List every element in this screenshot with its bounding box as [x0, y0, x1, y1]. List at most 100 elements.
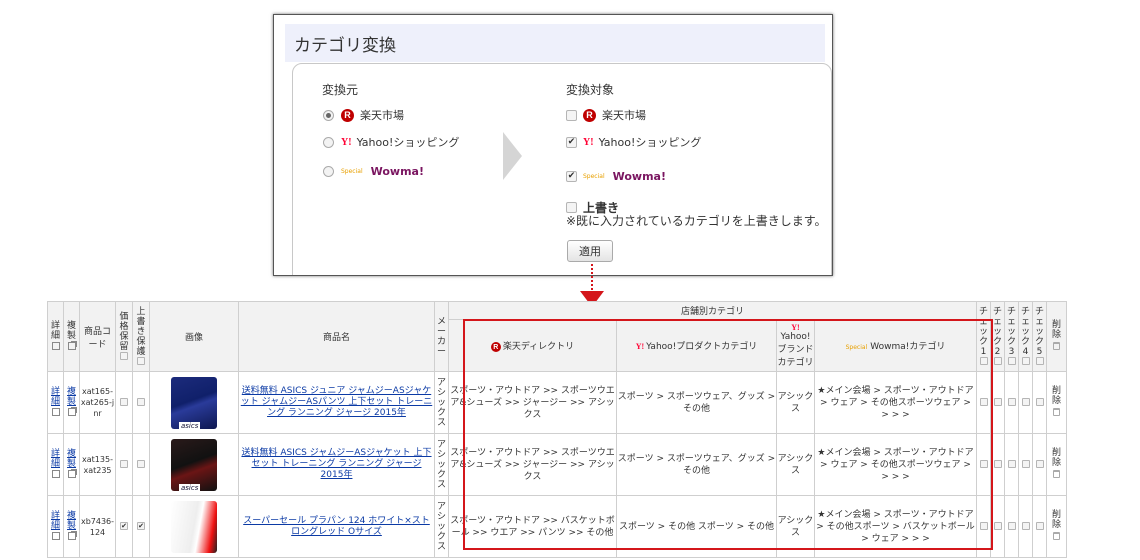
delete-label[interactable]: 削除 — [1052, 510, 1061, 530]
yahoo-brand-category[interactable]: アシックス — [776, 433, 815, 496]
dialog-title: カテゴリ変換 — [294, 36, 396, 56]
header-yahoo: Y! Yahoo!プロダクトカテゴリ — [616, 319, 777, 372]
header-yahoo-brand: Y! Yahoo!ブランドカテゴリ — [776, 319, 815, 372]
edit-icon[interactable] — [51, 469, 60, 478]
wowma-category[interactable]: ★メイン会場 > スポーツ・アウトドア > ウェア > その他スポーツウェア >… — [814, 433, 977, 496]
copy-link[interactable]: 複製 — [67, 387, 76, 407]
product-thumbnail — [171, 500, 217, 553]
trash-icon[interactable] — [1053, 470, 1060, 478]
check-2-checkbox[interactable] — [993, 398, 1002, 406]
copy-icon[interactable] — [67, 407, 76, 416]
header-price-lock-checkbox[interactable] — [120, 352, 128, 360]
copy-link[interactable]: 複製 — [67, 511, 76, 531]
overwrite-lock-checkbox[interactable]: ✔ — [137, 522, 145, 530]
detail-link[interactable]: 詳細 — [51, 511, 60, 531]
product-name-link[interactable]: 送料無料 ASICS ジャムジーASジャケット 上下セット トレーニング ランニ… — [241, 448, 431, 480]
yahoo-brand-category[interactable]: アシックス — [776, 371, 815, 434]
overwrite-note: ※既に入力されているカテゴリを上書きします。 — [566, 214, 827, 228]
yahoo-brand-category[interactable]: アシックス — [776, 495, 815, 558]
source-option-wowma[interactable]: Special Wowma! — [323, 163, 424, 179]
source-radio-rakuten[interactable] — [323, 109, 334, 121]
yahoo-logo-icon: Y! — [583, 136, 594, 148]
check-4-checkbox[interactable] — [1021, 522, 1030, 530]
target-option-wowma[interactable]: ✔ Special Wowma! — [566, 168, 666, 184]
check-5-checkbox[interactable] — [1035, 460, 1044, 468]
target-checkbox-yahoo[interactable]: ✔ — [566, 136, 577, 148]
target-label-yahoo: Yahoo!ショッピング — [598, 136, 702, 149]
target-option-rakuten[interactable]: R 楽天市場 — [566, 107, 646, 123]
delete-label[interactable]: 削除 — [1052, 448, 1061, 468]
check-5-checkbox[interactable] — [1035, 522, 1044, 530]
check-4-checkbox[interactable] — [1021, 398, 1030, 406]
header-check-3: チェック 3 — [1004, 301, 1019, 372]
edit-icon[interactable] — [51, 407, 60, 416]
edit-icon — [51, 341, 60, 350]
price-lock-checkbox[interactable] — [120, 460, 128, 468]
copy-link[interactable]: 複製 — [67, 449, 76, 469]
copy-icon[interactable] — [67, 469, 76, 478]
rakuten-logo-icon: R — [341, 108, 354, 122]
source-label-yahoo: Yahoo!ショッピング — [356, 136, 460, 149]
header-overwrite-lock: 上書き保護 — [132, 301, 150, 372]
target-checkbox-rakuten[interactable] — [566, 109, 577, 121]
source-radio-wowma[interactable] — [323, 165, 334, 177]
check-1-checkbox[interactable] — [979, 460, 988, 468]
wowma-logo-icon: Special — [583, 172, 605, 180]
convert-arrow-icon — [503, 132, 522, 180]
product-name-link[interactable]: スーパーセール プラパン 124 ホワイト×ストロングレッド Oサイズ — [243, 516, 430, 537]
check-5-checkbox[interactable] — [1035, 398, 1044, 406]
check-3-checkbox[interactable] — [1007, 522, 1016, 530]
rakuten-category[interactable]: スポーツ・アウトドア >> バスケットボール >> ウエア >> パンツ >> … — [448, 495, 617, 558]
header-code: 商品コード — [79, 301, 116, 372]
overwrite-checkbox[interactable] — [566, 201, 577, 213]
check-1-checkbox[interactable] — [979, 398, 988, 406]
header-overwrite-lock-checkbox[interactable] — [137, 357, 145, 365]
detail-link[interactable]: 詳細 — [51, 449, 60, 469]
edit-icon[interactable] — [51, 531, 60, 540]
yahoo-category[interactable]: スポーツ > スポーツウェア、グッズ > その他 — [616, 371, 777, 434]
connector-line — [591, 264, 593, 290]
header-rakuten: R 楽天ディレクトリ — [448, 319, 617, 372]
wowma-category[interactable]: ★メイン会場 > スポーツ・アウトドア > その他スポーツ > バスケットボール… — [814, 495, 977, 558]
source-option-yahoo[interactable]: Y! Yahoo!ショッピング — [323, 134, 459, 150]
yahoo-logo-icon: Y! — [635, 342, 645, 351]
trash-icon[interactable] — [1053, 532, 1060, 540]
wowma-logo-icon: Special — [341, 167, 363, 175]
table-row: 詳細 複製 xb7436-124 ✔ ✔ スーパーセール プラパン 124 ホワ… — [47, 495, 1067, 558]
price-lock-checkbox[interactable]: ✔ — [120, 522, 128, 530]
rakuten-category[interactable]: スポーツ・アウトドア >> スポーツウエア&シューズ >> ジャージー >> ア… — [448, 433, 617, 496]
source-option-rakuten[interactable]: R 楽天市場 — [323, 107, 404, 123]
yahoo-logo-icon: Y! — [341, 136, 352, 148]
target-option-yahoo[interactable]: ✔ Y! Yahoo!ショッピング — [566, 134, 701, 150]
check-3-checkbox[interactable] — [1007, 398, 1016, 406]
check-2-checkbox[interactable] — [993, 460, 1002, 468]
yahoo-category[interactable]: スポーツ > その他 スポーツ > その他 — [616, 495, 777, 558]
copy-icon[interactable] — [67, 531, 76, 540]
price-lock-checkbox[interactable] — [120, 398, 128, 406]
header-name: 商品名 — [238, 301, 435, 372]
check-1-checkbox[interactable] — [979, 522, 988, 530]
source-radio-yahoo[interactable] — [323, 136, 334, 148]
overwrite-lock-checkbox[interactable] — [137, 460, 145, 468]
target-title: 変換対象 — [566, 83, 615, 97]
yahoo-category[interactable]: スポーツ > スポーツウェア、グッズ > その他 — [616, 433, 777, 496]
target-label-rakuten: 楽天市場 — [602, 109, 646, 122]
check-2-checkbox[interactable] — [993, 522, 1002, 530]
header-copy: 複製 — [63, 301, 80, 372]
header-wowma: Special Wowma!カテゴリ — [814, 319, 977, 372]
detail-link[interactable]: 詳細 — [51, 387, 60, 407]
trash-icon[interactable] — [1053, 408, 1060, 416]
apply-button[interactable]: 適用 — [567, 240, 613, 262]
delete-label[interactable]: 削除 — [1052, 386, 1061, 406]
target-checkbox-wowma[interactable]: ✔ — [566, 170, 577, 182]
copy-icon — [67, 341, 76, 350]
wowma-category[interactable]: ★メイン会場 > スポーツ・アウトドア > ウェア > その他スポーツウェア >… — [814, 371, 977, 434]
wowma-logo-icon: Special — [845, 344, 868, 351]
overwrite-lock-checkbox[interactable] — [137, 398, 145, 406]
check-3-checkbox[interactable] — [1007, 460, 1016, 468]
header-delete: 削除 — [1046, 301, 1067, 372]
rakuten-category[interactable]: スポーツ・アウトドア >> スポーツウエア&シューズ >> ジャージー >> ア… — [448, 371, 617, 434]
product-name-link[interactable]: 送料無料 ASICS ジュニア ジャムジーASジャケット ジャムジーASパンツ … — [241, 386, 432, 418]
check-4-checkbox[interactable] — [1021, 460, 1030, 468]
header-price-lock: 価格保留 — [115, 301, 133, 372]
